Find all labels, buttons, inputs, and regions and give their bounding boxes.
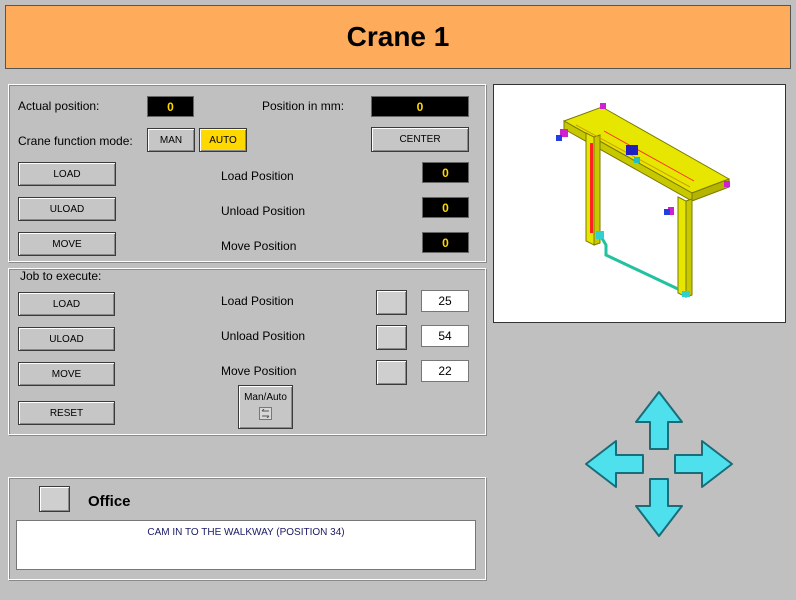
job-move-position-label: Move Position [221, 364, 297, 378]
four-way-arrows-icon[interactable] [583, 389, 735, 539]
actual-position-label: Actual position: [18, 99, 100, 113]
job-load-position-label: Load Position [221, 294, 294, 308]
move-button[interactable]: MOVE [18, 232, 116, 256]
unload-position-display: 0 [422, 197, 469, 218]
man-auto-label: Man/Auto [244, 392, 287, 403]
center-button[interactable]: CENTER [371, 127, 469, 152]
auto-mode-button[interactable]: AUTO [199, 128, 247, 152]
function-mode-label: Crane function mode: [18, 134, 133, 148]
move-position-label: Move Position [221, 239, 297, 253]
load-button[interactable]: LOAD [18, 162, 116, 186]
unload-position-label: Unload Position [221, 204, 306, 218]
job-load-position-button[interactable] [376, 290, 407, 315]
job-load-button[interactable]: LOAD [18, 292, 115, 316]
arrow-down [635, 478, 683, 537]
job-move-position-button[interactable] [376, 360, 407, 385]
uload-button[interactable]: ULOAD [18, 197, 116, 221]
man-mode-button[interactable]: MAN [147, 128, 195, 152]
crane-image [493, 84, 786, 323]
office-message-box: CAM IN TO THE WALKWAY (POSITION 34) [16, 520, 476, 570]
man-auto-toggle[interactable]: Man/Auto [238, 385, 293, 429]
office-label: Office [88, 493, 131, 510]
office-button[interactable] [39, 486, 70, 512]
job-header: Job to execute: [20, 269, 102, 283]
actual-position-display: 0 [147, 96, 194, 117]
position-mm-display: 0 [371, 96, 469, 117]
job-load-position-input[interactable]: 25 [421, 290, 469, 312]
job-move-position-input[interactable]: 22 [421, 360, 469, 382]
title-bar: Crane 1 [5, 5, 791, 69]
arrow-left [585, 440, 644, 488]
reset-button[interactable]: RESET [18, 401, 115, 425]
position-mm-label: Position in mm: [262, 99, 345, 113]
job-unload-position-button[interactable] [376, 325, 407, 350]
arrow-right [674, 440, 733, 488]
crane-graphic [556, 103, 731, 298]
load-position-label: Load Position [221, 169, 294, 183]
arrow-up [635, 391, 683, 450]
page-title: Crane 1 [346, 21, 450, 52]
job-unload-position-input[interactable]: 54 [421, 325, 469, 347]
job-unload-position-label: Unload Position [221, 329, 306, 343]
job-uload-button[interactable]: ULOAD [18, 327, 115, 351]
job-move-button[interactable]: MOVE [18, 362, 115, 386]
toggle-icon [259, 407, 272, 420]
move-position-display: 0 [422, 232, 469, 253]
load-position-display: 0 [422, 162, 469, 183]
